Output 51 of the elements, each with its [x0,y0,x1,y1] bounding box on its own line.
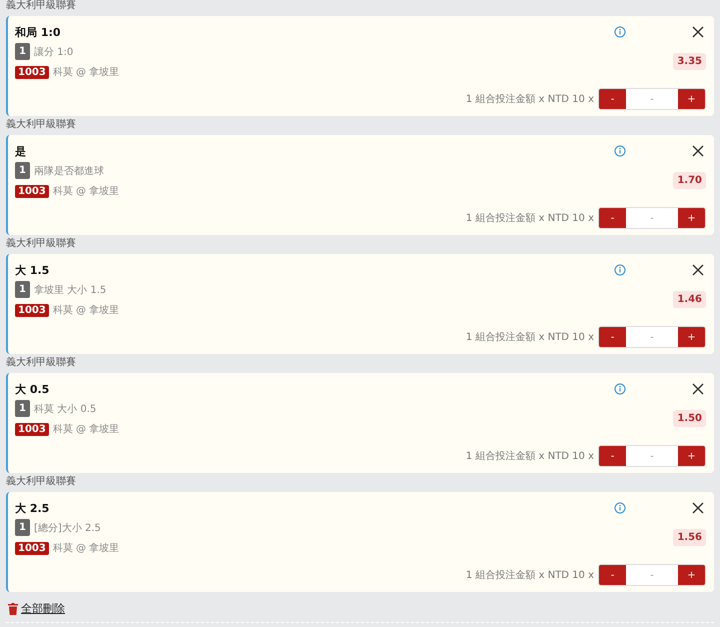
close-button[interactable] [692,26,704,38]
close-button[interactable] [692,383,704,395]
leg-badge: 1 [15,519,30,536]
match-name: 科莫 @ 拿坡里 [52,542,120,555]
match-name: 科莫 @ 拿坡里 [52,304,120,317]
selection-title: 大 2.5 [15,500,50,516]
stake-label: 1 組合投注金額 x NTD 10 x [466,568,594,583]
match-name: 科莫 @ 拿坡里 [52,66,120,79]
leg-badge: 1 [15,162,30,179]
selection-title: 大 0.5 [15,382,50,396]
market-name: 科莫 大小 0.5 [34,402,96,416]
match-number: 1003 [15,184,49,198]
delete-all-link[interactable]: 全部刪除 [8,601,65,616]
stake-label: 1 組合投注金額 x NTD 10 x [466,450,594,464]
leg-badge: 1 [15,281,30,298]
info-icon[interactable] [614,145,626,157]
info-icon[interactable] [614,264,626,276]
market-name: [總分]大小 2.5 [34,522,101,534]
odds-value: 1.70 [673,172,706,189]
match-name: 科莫 @ 拿坡里 [52,184,120,198]
odds-value: 1.50 [673,410,706,427]
stake-label: 1 組合投注金額 x NTD 10 x [466,330,594,345]
leg-badge: 1 [15,43,30,60]
info-icon[interactable] [614,383,626,395]
market-name: 讓分 1:0 [34,46,74,58]
close-button[interactable] [692,502,704,514]
match-number: 1003 [15,542,49,554]
league-name: 義大利甲級聯賽 [6,119,76,131]
league-name: 義大利甲級聯賽 [6,357,76,369]
trash-icon [8,602,18,614]
league-name: 義大利甲級聯賽 [6,476,76,488]
odds-value: 1.56 [673,529,706,546]
match-number: 1003 [15,66,49,78]
close-button[interactable] [692,145,704,157]
selection-title: 和局 1:0 [15,24,62,40]
info-icon[interactable] [614,502,626,514]
odds-value: 3.35 [673,53,706,70]
stake-label: 1 組合投注金額 x NTD 10 x [466,212,594,226]
info-icon[interactable] [614,26,626,38]
odds-value: 1.46 [673,291,706,308]
match-number: 1003 [15,304,49,316]
stake-label: 1 組合投注金額 x NTD 10 x [466,92,594,107]
close-button[interactable] [692,264,704,276]
match-number: 1003 [15,422,49,436]
league-name: 義大利甲級聯賽 [6,238,76,250]
selection-title: 大 1.5 [15,262,50,278]
selection-title: 是 [15,144,27,158]
leg-badge: 1 [15,400,30,417]
market-name: 兩隊是否都進球 [34,164,104,178]
match-name: 科莫 @ 拿坡里 [52,422,120,436]
market-name: 拿坡里 大小 1.5 [34,284,106,296]
